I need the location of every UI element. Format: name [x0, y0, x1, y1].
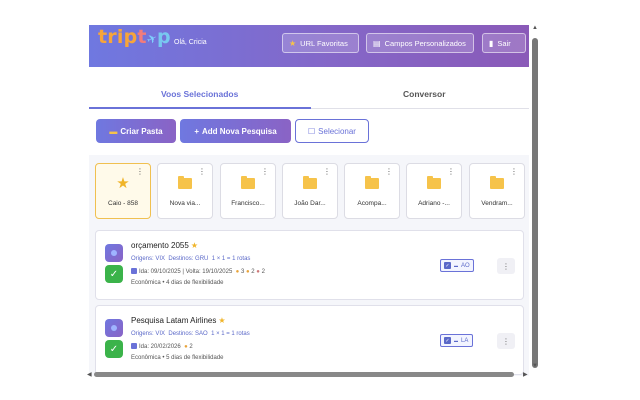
check-icon[interactable]: ✓: [105, 265, 123, 283]
extension-popup: tript✈p Olá, Cricia ★ URL Favoritas ▤ Camp…: [89, 25, 529, 376]
folder-item[interactable]: ⋮ Francisco...: [220, 163, 276, 219]
star-icon: ★: [116, 175, 130, 192]
active-tab-indicator: [89, 107, 311, 109]
destinos: Destinos: SAO: [168, 331, 208, 337]
card-info: Econômica • 4 dias de flexibilidade: [131, 280, 224, 286]
folder-item[interactable]: ★ ⋮ Caio - 858: [95, 163, 151, 219]
adult-icon: ●: [184, 344, 188, 350]
calendar-icon: [131, 343, 137, 349]
more-options-button[interactable]: ⋮: [497, 258, 515, 274]
selecionar-button[interactable]: ☐ Selecionar: [295, 119, 369, 143]
more-icon[interactable]: ⋮: [447, 168, 455, 176]
folder-icon: [303, 176, 317, 189]
destinos: Destinos: GRU: [168, 256, 209, 262]
folder-item[interactable]: ⋮ Acompa...: [344, 163, 400, 219]
scroll-right-icon[interactable]: ▶: [523, 371, 528, 378]
more-icon[interactable]: ⋮: [198, 168, 206, 176]
folder-icon: [490, 176, 504, 189]
add-nova-pesquisa-button[interactable]: + Add Nova Pesquisa: [180, 119, 291, 143]
vertical-scrollbar[interactable]: ▲ ▼: [531, 25, 539, 370]
airline-badge[interactable]: ✓ ▬ LA: [440, 334, 473, 347]
url-favoritas-button[interactable]: ★ URL Favoritas: [282, 33, 359, 53]
child-icon: ●: [245, 269, 250, 275]
horizontal-scrollbar[interactable]: ◀ ▶: [87, 371, 529, 378]
plus-icon: +: [194, 126, 199, 136]
search-type-icon: [105, 244, 123, 262]
checkbox-icon: ✓: [444, 262, 451, 269]
checkbox-icon: ✓: [444, 337, 451, 344]
triptop-logo: tript✈p: [98, 26, 171, 48]
card-title: orçamento 2055: [131, 241, 189, 250]
star-icon[interactable]: ★: [191, 241, 198, 250]
rotas: 1 × 1 = 1 rotas: [211, 256, 251, 262]
calendar-icon: [131, 268, 137, 274]
check-icon[interactable]: ✓: [105, 340, 123, 358]
folder-icon: ▬: [109, 126, 118, 136]
dates: Ida: 20/02/2026: [139, 344, 181, 350]
more-icon[interactable]: ⋮: [136, 168, 144, 176]
search-card[interactable]: ✓ Pesquisa Latam Airlines ★ Origens: VIX …: [95, 305, 524, 375]
dates: Ida: 09/10/2025 | Volta: 19/10/2025: [139, 269, 233, 275]
luggage-icon: ●: [256, 269, 260, 275]
more-icon[interactable]: ⋮: [385, 168, 393, 176]
more-icon[interactable]: ⋮: [323, 168, 331, 176]
tab-bar: Voos Selecionados Conversor: [89, 67, 529, 110]
checkbox-icon: ☐: [308, 126, 316, 136]
criar-pasta-button[interactable]: ▬ Criar Pasta: [96, 119, 176, 143]
scroll-left-icon[interactable]: ◀: [87, 371, 92, 378]
airline-logo-icon: ▬: [454, 263, 458, 268]
vertical-scroll-thumb[interactable]: [532, 38, 538, 368]
star-icon: ★: [289, 38, 297, 48]
folder-icon: [241, 176, 255, 189]
tab-voos-selecionados[interactable]: Voos Selecionados: [161, 89, 238, 99]
more-options-button[interactable]: ⋮: [497, 333, 515, 349]
user-greeting: Olá, Cricia: [174, 39, 207, 46]
campos-personalizados-button[interactable]: ▤ Campos Personalizados: [366, 33, 474, 53]
scroll-down-icon[interactable]: ▼: [532, 363, 538, 369]
door-icon: ▮: [489, 38, 494, 48]
sair-button[interactable]: ▮ Sair: [482, 33, 526, 53]
folder-item[interactable]: ⋮ João Dar...: [282, 163, 338, 219]
folder-icon: [365, 176, 379, 189]
tab-divider: [311, 108, 529, 109]
origens: Origens: VIX: [131, 256, 166, 262]
search-type-icon: [105, 319, 123, 337]
scroll-up-icon[interactable]: ▲: [532, 25, 538, 31]
origens: Origens: VIX: [131, 331, 166, 337]
folder-list: ★ ⋮ Caio - 858 ⋮ Nova via... ⋮ Francisco…: [89, 155, 529, 225]
star-icon[interactable]: ★: [218, 316, 225, 325]
folder-icon: [427, 176, 441, 189]
airline-logo-icon: ▬: [454, 338, 458, 343]
adult-icon: ●: [235, 269, 240, 275]
more-icon[interactable]: ⋮: [261, 168, 269, 176]
airline-badge[interactable]: ✓ ▬ AO: [440, 259, 474, 272]
more-icon[interactable]: ⋮: [510, 168, 518, 176]
search-card[interactable]: ✓ orçamento 2055 ★ Origens: VIX Destinos:…: [95, 230, 524, 300]
folder-icon: [178, 176, 192, 189]
clipboard-icon: ▤: [373, 38, 381, 48]
action-bar: ▬ Criar Pasta + Add Nova Pesquisa ☐ Selecio…: [89, 110, 529, 155]
folder-item[interactable]: ⋮ Nova via...: [157, 163, 213, 219]
card-title: Pesquisa Latam Airlines: [131, 316, 217, 325]
folder-item[interactable]: ⋮ Vendram...: [469, 163, 525, 219]
card-info: Econômica • 5 dias de flexibilidade: [131, 355, 224, 361]
rotas: 1 × 1 = 1 rotas: [211, 331, 250, 337]
horizontal-scroll-thumb[interactable]: [94, 372, 514, 377]
folder-item[interactable]: ⋮ Adriano -...: [406, 163, 462, 219]
app-header: tript✈p Olá, Cricia ★ URL Favoritas ▤ Camp…: [89, 25, 529, 67]
tab-conversor[interactable]: Conversor: [403, 89, 446, 99]
